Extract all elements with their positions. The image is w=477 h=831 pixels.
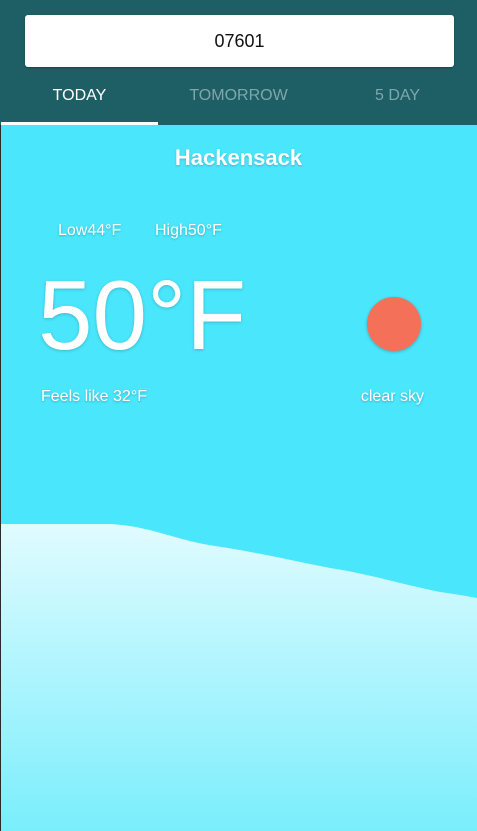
city-name: Hackensack (174, 145, 303, 170)
weather-panel: Hackensack Low44°F High50°F 50°F Feels l… (0, 125, 477, 831)
weather-description: clear sky (360, 388, 424, 405)
zip-search-input[interactable] (25, 15, 454, 67)
header-bar: TODAY TOMORROW 5 DAY (0, 0, 477, 125)
current-temperature: 50°F (38, 260, 247, 370)
tab-5-day[interactable]: 5 DAY (318, 72, 477, 125)
low-temperature: Low44°F (58, 222, 122, 239)
tab-tomorrow[interactable]: TOMORROW (159, 72, 318, 125)
tab-bar: TODAY TOMORROW 5 DAY (0, 72, 477, 125)
weather-app: TODAY TOMORROW 5 DAY Hackensack Low44°F … (0, 0, 477, 831)
ground-wave-illustration (0, 524, 477, 831)
feels-like: Feels like 32°F (41, 388, 147, 405)
high-temperature: High50°F (155, 222, 222, 239)
panel-border (0, 125, 1, 831)
sun-icon (367, 297, 421, 351)
tab-today[interactable]: TODAY (0, 72, 159, 125)
